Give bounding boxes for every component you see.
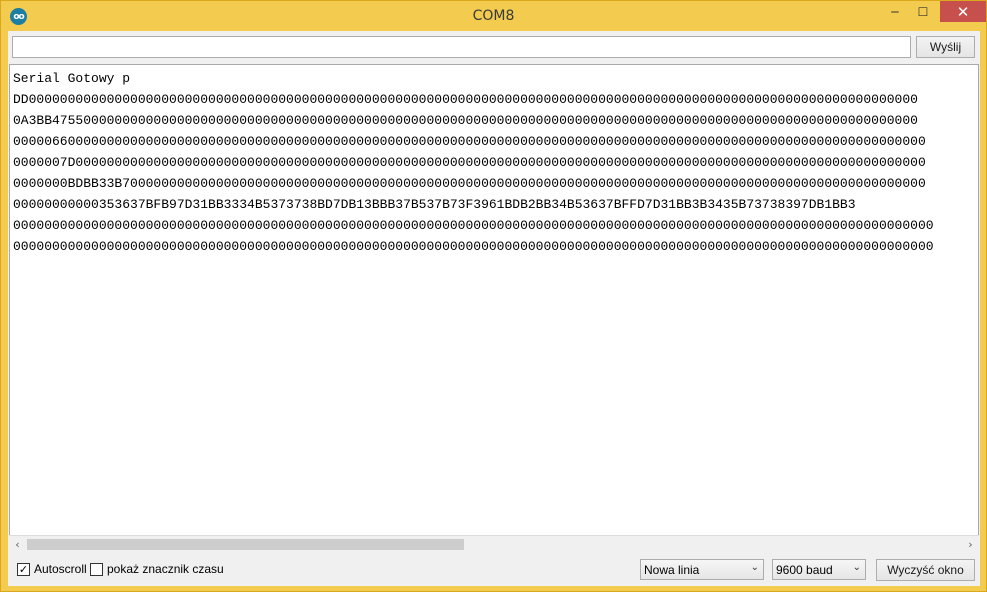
scroll-right-icon[interactable]: › [962, 536, 979, 553]
output-line: 0A3BB47550000000000000000000000000000000… [13, 113, 918, 128]
clear-output-button[interactable]: Wyczyść okno [876, 559, 975, 581]
checkmark-icon: ✓ [18, 563, 29, 576]
scroll-left-icon[interactable]: ‹ [9, 536, 26, 553]
output-line: 00000000000353637BFB97D31BB3334B5373738B… [13, 197, 856, 212]
output-line: 0000000BDBB33B70000000000000000000000000… [13, 176, 926, 191]
scrollbar-thumb[interactable] [27, 539, 464, 550]
output-line: 0000000000000000000000000000000000000000… [13, 218, 934, 233]
maximize-icon[interactable]: ☐ [909, 1, 937, 23]
chevron-down-icon: ⌄ [750, 562, 759, 573]
send-input[interactable] [12, 36, 911, 58]
line-ending-value: Nowa linia [644, 563, 700, 577]
send-button[interactable]: Wyślij [916, 36, 975, 58]
minimize-icon[interactable]: ‒ [881, 1, 909, 23]
output-line: 0000007D00000000000000000000000000000000… [13, 155, 926, 170]
serial-monitor-window: oo COM8 ‒ ☐ ✕ Wyślij Serial Gotowy p DD0… [0, 0, 987, 592]
show-timestamp-checkbox[interactable] [90, 563, 103, 576]
output-line: 0000000000000000000000000000000000000000… [13, 239, 934, 254]
bottom-toolbar: ✓ Autoscroll pokaż znacznik czasu Nowa l… [8, 554, 980, 586]
client-area: Wyślij Serial Gotowy p DD000000000000000… [8, 31, 980, 586]
baud-rate-value: 9600 baud [776, 563, 833, 577]
output-line: DD00000000000000000000000000000000000000… [13, 92, 918, 107]
close-icon[interactable]: ✕ [940, 1, 986, 22]
window-title: COM8 [472, 8, 515, 24]
horizontal-scrollbar[interactable]: ‹ › [9, 535, 979, 552]
output-line: 0000066000000000000000000000000000000000… [13, 134, 926, 149]
baud-rate-select[interactable]: 9600 baud ⌄ [772, 559, 866, 580]
autoscroll-checkbox[interactable]: ✓ [17, 563, 30, 576]
output-line: Serial Gotowy p [13, 71, 131, 86]
chevron-down-icon: ⌄ [852, 562, 861, 573]
title-bar[interactable]: oo COM8 ‒ ☐ ✕ [1, 1, 986, 31]
show-timestamp-label[interactable]: pokaż znacznik czasu [107, 562, 224, 576]
autoscroll-label[interactable]: Autoscroll [34, 562, 87, 576]
line-ending-select[interactable]: Nowa linia ⌄ [640, 559, 764, 580]
serial-output[interactable]: Serial Gotowy p DD0000000000000000000000… [9, 64, 979, 552]
